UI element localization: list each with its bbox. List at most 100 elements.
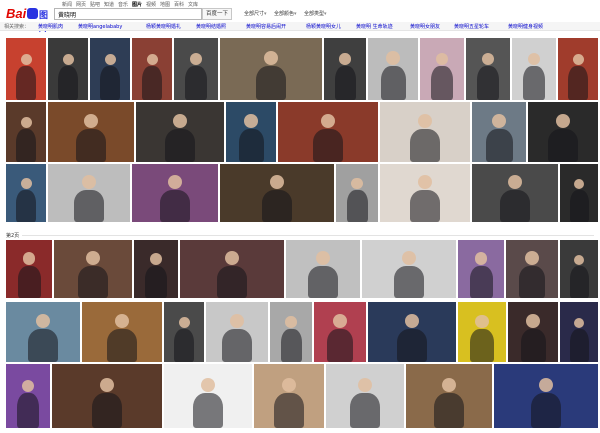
photo-figure-head [525, 251, 539, 266]
photo-figure-head [474, 252, 488, 266]
image-thumbnail[interactable] [206, 302, 268, 362]
photo-figure [262, 190, 292, 222]
image-thumbnail[interactable] [52, 364, 162, 428]
image-thumbnail[interactable] [132, 38, 172, 100]
image-thumbnail[interactable] [494, 364, 598, 428]
photo-figure-head [386, 51, 400, 65]
photo-figure [410, 129, 440, 162]
photo-figure-head [572, 53, 584, 65]
photo-figure-head [104, 53, 116, 65]
photo-figure-head [225, 251, 239, 266]
image-thumbnail[interactable] [6, 364, 50, 428]
photo-figure [410, 190, 440, 222]
image-thumbnail[interactable] [48, 102, 134, 162]
image-thumbnail[interactable] [6, 302, 80, 362]
photo-figure-head [475, 314, 489, 328]
image-thumbnail[interactable] [466, 38, 510, 100]
photo-figure [17, 266, 41, 298]
photo-figure [350, 392, 380, 428]
image-thumbnail[interactable] [458, 240, 504, 298]
photo-figure-head [418, 175, 432, 190]
photo-figure-head [405, 314, 419, 328]
photo-figure-head [264, 50, 278, 65]
image-thumbnail[interactable] [506, 240, 558, 298]
photo-figure [217, 266, 247, 298]
image-results-grid [0, 0, 600, 433]
image-thumbnail[interactable] [406, 364, 492, 428]
image-thumbnail[interactable] [336, 164, 378, 222]
image-thumbnail[interactable] [278, 102, 378, 162]
image-thumbnail[interactable] [54, 240, 132, 298]
image-thumbnail[interactable] [164, 302, 204, 362]
photo-figure [568, 65, 588, 100]
image-thumbnail[interactable] [6, 102, 46, 162]
image-thumbnail[interactable] [220, 164, 334, 222]
photo-figure-head [20, 178, 32, 190]
photo-figure-head [442, 377, 456, 392]
image-thumbnail[interactable] [134, 240, 178, 298]
image-thumbnail[interactable] [560, 240, 598, 298]
image-thumbnail[interactable] [324, 38, 366, 100]
image-thumbnail[interactable] [380, 102, 470, 162]
photo-figure-head [321, 114, 335, 128]
photo-figure-head [173, 114, 187, 128]
image-thumbnail[interactable] [174, 38, 218, 100]
image-thumbnail[interactable] [180, 240, 284, 298]
photo-figure [58, 65, 78, 100]
photo-figure [76, 129, 106, 162]
photo-figure-head [526, 314, 540, 328]
photo-figure-head [230, 314, 244, 328]
image-thumbnail[interactable] [90, 38, 130, 100]
image-thumbnail[interactable] [6, 164, 46, 222]
image-thumbnail[interactable] [286, 240, 360, 298]
photo-figure [16, 129, 36, 162]
photo-figure-head [21, 379, 35, 392]
image-thumbnail[interactable] [472, 164, 558, 222]
image-thumbnail[interactable] [82, 302, 162, 362]
photo-figure [569, 329, 589, 362]
photo-figure-head [20, 53, 32, 65]
photo-figure [185, 65, 207, 100]
photo-figure-head [270, 175, 284, 190]
image-thumbnail[interactable] [326, 364, 404, 428]
image-thumbnail[interactable] [560, 164, 598, 222]
photo-figure [523, 65, 545, 100]
image-thumbnail[interactable] [136, 102, 224, 162]
image-thumbnail[interactable] [528, 102, 598, 162]
image-thumbnail[interactable] [512, 38, 556, 100]
image-thumbnail[interactable] [368, 302, 456, 362]
photo-figure [380, 65, 406, 100]
image-thumbnail[interactable] [6, 38, 46, 100]
photo-figure-head [508, 175, 522, 190]
image-thumbnail[interactable] [368, 38, 418, 100]
photo-figure-head [481, 52, 495, 65]
photo-figure [222, 329, 252, 362]
image-thumbnail[interactable] [226, 102, 276, 162]
photo-figure [274, 392, 304, 428]
image-thumbnail[interactable] [6, 240, 52, 298]
photo-figure-head [351, 177, 363, 190]
image-thumbnail[interactable] [132, 164, 218, 222]
photo-figure-head [189, 52, 203, 65]
image-thumbnail[interactable] [560, 302, 598, 362]
photo-figure [74, 190, 104, 222]
photo-figure-head [36, 314, 50, 328]
photo-figure-head [86, 251, 100, 266]
image-thumbnail[interactable] [48, 38, 88, 100]
image-thumbnail[interactable] [164, 364, 252, 428]
photo-figure-head [115, 314, 129, 328]
image-thumbnail[interactable] [472, 102, 526, 162]
image-thumbnail[interactable] [558, 38, 598, 100]
image-thumbnail[interactable] [314, 302, 366, 362]
image-thumbnail[interactable] [254, 364, 324, 428]
image-thumbnail[interactable] [270, 302, 312, 362]
image-thumbnail[interactable] [362, 240, 456, 298]
image-thumbnail[interactable] [458, 302, 506, 362]
image-thumbnail[interactable] [380, 164, 470, 222]
image-thumbnail[interactable] [420, 38, 464, 100]
image-thumbnail[interactable] [220, 38, 322, 100]
photo-figure [78, 266, 108, 298]
image-thumbnail[interactable] [508, 302, 558, 362]
photo-figure [174, 329, 194, 362]
image-thumbnail[interactable] [48, 164, 130, 222]
